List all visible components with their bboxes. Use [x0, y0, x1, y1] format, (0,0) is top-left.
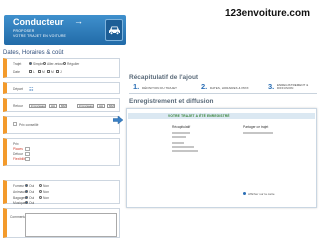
step-3-label: ENREGISTREMENT & DIFFUSION — [277, 82, 309, 90]
pets-yes-radio[interactable] — [25, 189, 28, 193]
step-3-number: 3. — [268, 82, 275, 91]
day-label-2: M — [42, 70, 45, 74]
steps-bar: 1. DÉFINITION DU TRAJET 2. DATES, HORAIR… — [129, 82, 317, 94]
music-yes-label: Oui — [29, 201, 35, 205]
smoker-label: Fumeur — [13, 184, 25, 188]
day-checkbox-4[interactable] — [56, 69, 59, 73]
recap-title: Récapitulatif de l'ajout — [129, 74, 199, 81]
price-label: Prix — [13, 142, 19, 146]
day-label-1: L — [33, 70, 35, 74]
conducteur-banner[interactable]: Conducteur → PROPOSER VOTRE TRAJET EN VO… — [4, 15, 126, 45]
return-hour-select[interactable]: HH — [49, 103, 57, 108]
trip-simple-label: Simple — [33, 62, 44, 66]
trip-regular-radio[interactable] — [63, 61, 66, 65]
return-date2-select[interactable]: jj/mm/aaaa — [77, 103, 94, 108]
detail-line-1 — [172, 132, 190, 134]
detail-line-2 — [172, 136, 186, 138]
luggage-no-label: Non — [43, 196, 50, 200]
departure-section: Départ ☷ — [3, 82, 120, 94]
flex-input[interactable] — [25, 156, 30, 161]
seats-input[interactable] — [25, 146, 30, 151]
luggage-yes-radio[interactable] — [25, 195, 28, 199]
step-1-number: 1. — [133, 82, 140, 91]
smoker-yes-radio[interactable] — [25, 183, 28, 187]
map-link[interactable]: Afficher sur la carte — [248, 192, 275, 196]
smoker-yes-label: Oui — [29, 184, 35, 188]
smoker-no-radio[interactable] — [39, 183, 42, 187]
music-label: Musique — [13, 201, 26, 205]
share-line — [243, 132, 273, 134]
confirmation-text: VOTRE TRAJET A ÉTÉ ENREGISTRÉ — [168, 114, 230, 118]
date-label: Date — [13, 70, 20, 74]
confirmation-panel: VOTRE TRAJET A ÉTÉ ENREGISTRÉ Récapitula… — [126, 108, 317, 208]
detour-input[interactable] — [25, 151, 30, 156]
step-2-label: DATES, HORAIRES & PRIX — [210, 85, 249, 90]
recap-label: Récapitulatif — [172, 125, 191, 129]
return-label: Retour — [13, 104, 23, 108]
depart-label: Départ — [13, 87, 23, 91]
return-minute2-select[interactable]: MM — [107, 103, 115, 108]
price-note: Prix conseillé — [19, 122, 39, 127]
step-2-number: 2. — [201, 82, 208, 91]
car-icon — [105, 19, 123, 41]
detour-label: Détour — [13, 152, 23, 156]
site-name[interactable]: 123envoiture.com — [225, 8, 310, 19]
preferences-section: Fumeur Oui Non Animaux Oui Non Bagages O… — [3, 180, 120, 205]
return-section: Retour jj/mm/aaaa HH MM jj/mm/aaaa HH MM — [3, 98, 120, 112]
day-label-3: M — [51, 70, 54, 74]
day-label-4: J — [60, 70, 62, 74]
banner-line1: PROPOSER — [13, 29, 35, 33]
pets-no-radio[interactable] — [39, 189, 42, 193]
steps-divider — [129, 93, 317, 94]
trip-regular-label: Régulier — [67, 62, 80, 66]
details-section: Prix Places Détour Flexibilité — [3, 138, 120, 166]
return-minute-select[interactable]: MM — [59, 103, 67, 108]
music-yes-radio[interactable] — [25, 200, 28, 204]
trip-type-section: Trajet Simple Aller-retour Régulier Date… — [3, 58, 120, 78]
luggage-no-radio[interactable] — [39, 195, 42, 199]
return-hour2-select[interactable]: HH — [97, 103, 105, 108]
arrow-right-icon: → — [74, 16, 83, 26]
arrow-right-icon — [113, 115, 123, 125]
pets-yes-label: Oui — [29, 190, 35, 194]
trip-roundtrip-radio[interactable] — [43, 61, 46, 65]
smoker-no-label: Non — [43, 184, 50, 188]
day-checkbox-1[interactable] — [29, 69, 32, 73]
share-label[interactable]: Partager ce trajet — [243, 125, 268, 129]
trip-roundtrip-label: Aller-retour — [47, 62, 64, 66]
price-section: Prix conseillé — [3, 116, 120, 134]
pets-label: Animaux — [13, 190, 26, 194]
day-checkbox-2[interactable] — [38, 69, 41, 73]
price-currency-box[interactable] — [13, 122, 17, 126]
detail-line-5 — [172, 150, 198, 152]
comment-textarea[interactable] — [25, 213, 117, 237]
banner-line2: VOTRE TRAJET EN VOITURE — [13, 34, 67, 38]
detail-line-3 — [172, 142, 184, 144]
step-1-label: DÉFINITION DU TRAJET — [142, 85, 178, 90]
calendar-icon[interactable]: ☷ — [29, 87, 33, 93]
seats-label: Places — [13, 147, 23, 151]
detail-line-4 — [172, 146, 194, 148]
map-pin-icon — [243, 192, 247, 196]
trip-form: Trajet Simple Aller-retour Régulier Date… — [3, 58, 120, 240]
form-title: Dates, Horaires & coût — [3, 50, 64, 56]
confirmation-header: VOTRE TRAJET A ÉTÉ ENREGISTRÉ — [128, 113, 315, 119]
pets-no-label: Non — [43, 190, 50, 194]
section-title: Enregistrement et diffusion — [129, 98, 214, 105]
banner-title: Conducteur — [13, 17, 64, 27]
trip-label: Trajet — [13, 62, 22, 66]
comment-section: Commentaire — [3, 208, 120, 238]
return-date-select[interactable]: jj/mm/aaaa — [29, 103, 46, 108]
luggage-yes-label: Oui — [29, 196, 35, 200]
day-checkbox-3[interactable] — [47, 69, 50, 73]
trip-simple-radio[interactable] — [29, 61, 32, 65]
